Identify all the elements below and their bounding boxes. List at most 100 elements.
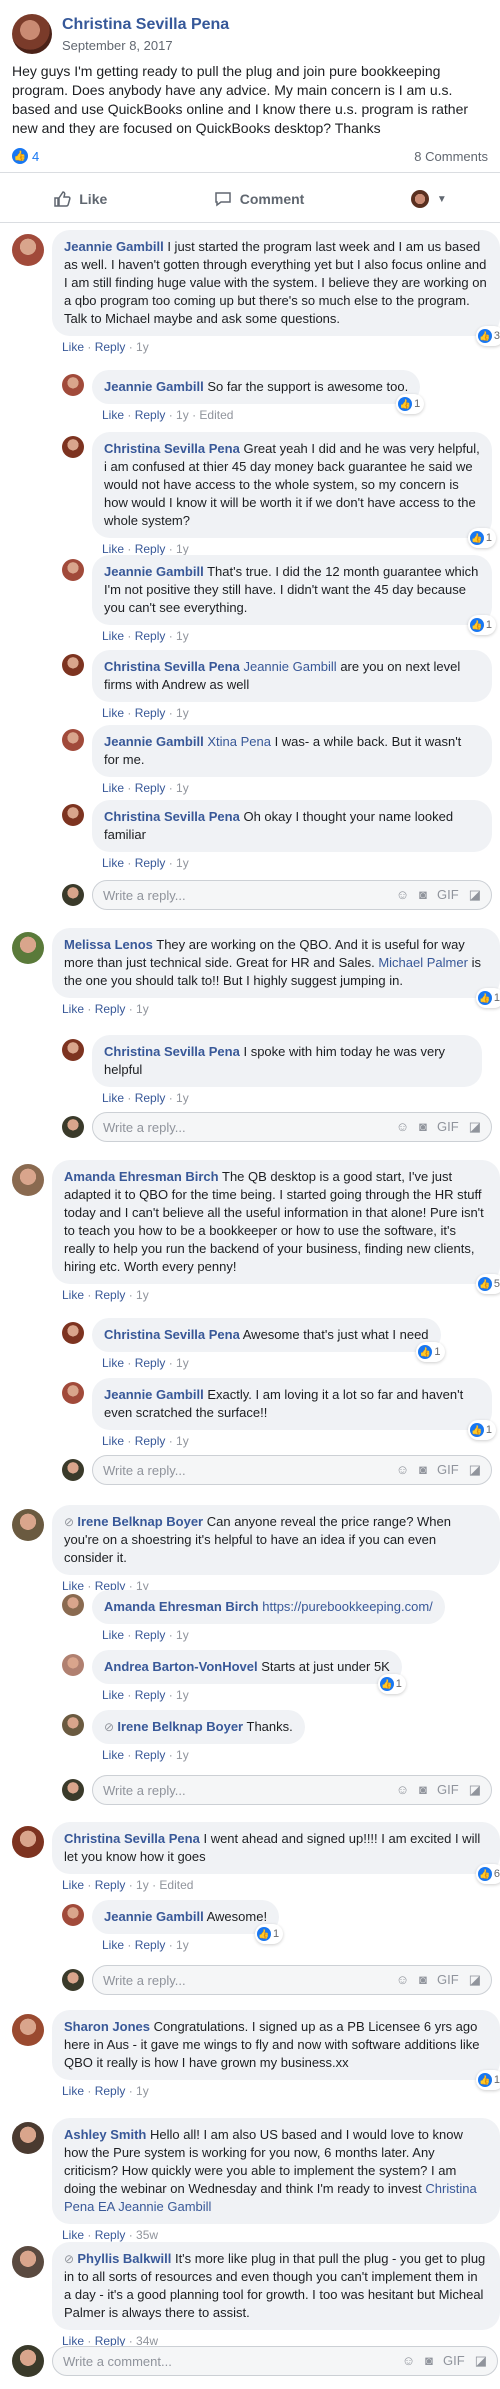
commenter-name[interactable]: Melissa Lenos xyxy=(64,937,153,952)
comment-like-link[interactable]: Like xyxy=(102,1091,124,1105)
commenter-avatar[interactable] xyxy=(62,1039,84,1061)
commenter-name[interactable]: Christina Sevilla Pena xyxy=(104,1044,240,1059)
comment-like-link[interactable]: Like xyxy=(62,1002,84,1016)
commenter-name[interactable]: Christina Sevilla Pena xyxy=(104,441,240,456)
camera-icon[interactable]: ◙ xyxy=(425,2353,433,2368)
comment-count[interactable]: 8 Comments xyxy=(414,149,488,164)
comment-time[interactable]: 1y xyxy=(176,1091,189,1105)
commenter-name[interactable]: Irene Belknap Boyer xyxy=(117,1719,243,1734)
commenter-avatar[interactable] xyxy=(12,234,44,266)
gif-icon[interactable]: GIF xyxy=(437,1119,459,1134)
commenter-name[interactable]: Ashley Smith xyxy=(64,2127,146,2142)
comment-reply-link[interactable]: Reply xyxy=(95,340,126,354)
commenter-name[interactable]: Amanda Ehresman Birch xyxy=(104,1599,259,1614)
mention-link[interactable]: Jeannie Gambill xyxy=(243,659,336,674)
commenter-avatar[interactable] xyxy=(12,1826,44,1858)
comment-time[interactable]: 1y xyxy=(136,1002,149,1016)
reply-input[interactable]: Write a comment... ☺ ◙ GIF ◪ xyxy=(52,2346,498,2376)
comment-time[interactable]: 1y xyxy=(176,781,189,795)
commenter-name[interactable]: Christina Sevilla Pena xyxy=(104,1327,240,1342)
comment-reply-link[interactable]: Reply xyxy=(135,1434,166,1448)
reaction-count[interactable]: 👍 1 xyxy=(377,1674,406,1694)
comment-reply-link[interactable]: Reply xyxy=(135,542,166,556)
comment-time[interactable]: 1y xyxy=(136,1878,149,1892)
reply-input[interactable]: Write a reply... ☺ ◙ GIF ◪ xyxy=(92,1775,492,1805)
comment-time[interactable]: 1y xyxy=(176,629,189,643)
commenter-name[interactable]: Jeannie Gambill xyxy=(64,239,164,254)
sticker-icon[interactable]: ◪ xyxy=(469,1782,481,1798)
gif-icon[interactable]: GIF xyxy=(437,887,459,902)
comment-reply-link[interactable]: Reply xyxy=(135,629,166,643)
comment-like-link[interactable]: Like xyxy=(102,1938,124,1952)
comment-reply-link[interactable]: Reply xyxy=(135,1938,166,1952)
comment-button[interactable]: Comment xyxy=(214,190,304,208)
camera-icon[interactable]: ◙ xyxy=(419,1972,427,1987)
commenter-name[interactable]: Christina Sevilla Pena xyxy=(104,809,240,824)
camera-icon[interactable]: ◙ xyxy=(419,1462,427,1477)
comment-reply-link[interactable]: Reply xyxy=(95,2228,126,2242)
reaction-count[interactable]: 👍 1 xyxy=(467,615,496,635)
comment-time[interactable]: 1y xyxy=(176,1748,189,1762)
commenter-name[interactable]: Christina Sevilla Pena xyxy=(104,659,240,674)
reaction-count[interactable]: 👍 3 xyxy=(475,326,500,346)
reaction-count[interactable]: 👍 1 xyxy=(254,1924,284,1944)
commenter-name[interactable]: Jeannie Gambill xyxy=(104,564,204,579)
commenter-avatar[interactable] xyxy=(12,2122,44,2154)
gif-icon[interactable]: GIF xyxy=(443,2353,465,2368)
audience-selector[interactable]: ▼ xyxy=(410,190,447,208)
commenter-avatar[interactable] xyxy=(12,2246,44,2278)
comment-reply-link[interactable]: Reply xyxy=(95,1878,126,1892)
emoji-icon[interactable]: ☺ xyxy=(396,1462,409,1477)
commenter-avatar[interactable] xyxy=(12,1164,44,1196)
comment-reply-link[interactable]: Reply xyxy=(95,2084,126,2098)
comment-reply-link[interactable]: Reply xyxy=(135,408,166,422)
comment-like-link[interactable]: Like xyxy=(102,1628,124,1642)
commenter-avatar[interactable] xyxy=(62,374,84,396)
comment-time[interactable]: 1y xyxy=(176,1938,189,1952)
edited-label[interactable]: Edited xyxy=(159,1878,193,1892)
comment-time[interactable]: 1y xyxy=(176,706,189,720)
mention-link[interactable]: Xtina Pena xyxy=(207,734,271,749)
reaction-count[interactable]: 👍 1 xyxy=(475,988,500,1008)
comment-like-link[interactable]: Like xyxy=(102,856,124,870)
comment-like-link[interactable]: Like xyxy=(102,781,124,795)
emoji-icon[interactable]: ☺ xyxy=(402,2353,415,2368)
reaction-count[interactable]: 👍 1 xyxy=(467,1420,496,1440)
comment-like-link[interactable]: Like xyxy=(62,2228,84,2242)
reply-input[interactable]: Write a reply... ☺ ◙ GIF ◪ xyxy=(92,1965,492,1995)
reaction-count[interactable]: 👍 1 xyxy=(396,394,425,414)
sticker-icon[interactable]: ◪ xyxy=(469,1119,481,1135)
comment-time[interactable]: 1y xyxy=(176,1628,189,1642)
comment-like-link[interactable]: Like xyxy=(102,1688,124,1702)
commenter-name[interactable]: Jeannie Gambill xyxy=(104,1387,204,1402)
comment-like-link[interactable]: Like xyxy=(62,340,84,354)
comment-link[interactable]: https://purebookkeeping.com/ xyxy=(262,1599,433,1614)
comment-reply-link[interactable]: Reply xyxy=(135,1356,166,1370)
post-author-name[interactable]: Christina Sevilla Pena xyxy=(62,16,229,34)
commenter-name[interactable]: Jeannie Gambill xyxy=(104,379,204,394)
commenter-avatar[interactable] xyxy=(12,1509,44,1541)
commenter-avatar[interactable] xyxy=(12,2014,44,2046)
camera-icon[interactable]: ◙ xyxy=(419,887,427,902)
commenter-name[interactable]: Christina Sevilla Pena xyxy=(64,1831,200,1846)
commenter-avatar[interactable] xyxy=(12,932,44,964)
camera-icon[interactable]: ◙ xyxy=(419,1119,427,1134)
emoji-icon[interactable]: ☺ xyxy=(396,887,409,902)
gif-icon[interactable]: GIF xyxy=(437,1972,459,1987)
comment-time[interactable]: 1y xyxy=(136,340,149,354)
reaction-count[interactable]: 👍 5 xyxy=(475,1274,500,1294)
comment-reply-link[interactable]: Reply xyxy=(95,1288,126,1302)
commenter-avatar[interactable] xyxy=(62,1594,84,1616)
commenter-name[interactable]: Phyllis Balkwill xyxy=(77,2251,171,2266)
comment-like-link[interactable]: Like xyxy=(102,1434,124,1448)
comment-time[interactable]: 1y xyxy=(136,2084,149,2098)
emoji-icon[interactable]: ☺ xyxy=(396,1782,409,1797)
comment-like-link[interactable]: Like xyxy=(62,1288,84,1302)
like-button[interactable]: Like xyxy=(53,190,107,208)
commenter-avatar[interactable] xyxy=(62,436,84,458)
comment-time[interactable]: 1y xyxy=(176,542,189,556)
comment-reply-link[interactable]: Reply xyxy=(135,856,166,870)
commenter-avatar[interactable] xyxy=(62,729,84,751)
commenter-name[interactable]: Sharon Jones xyxy=(64,2019,150,2034)
gif-icon[interactable]: GIF xyxy=(437,1782,459,1797)
